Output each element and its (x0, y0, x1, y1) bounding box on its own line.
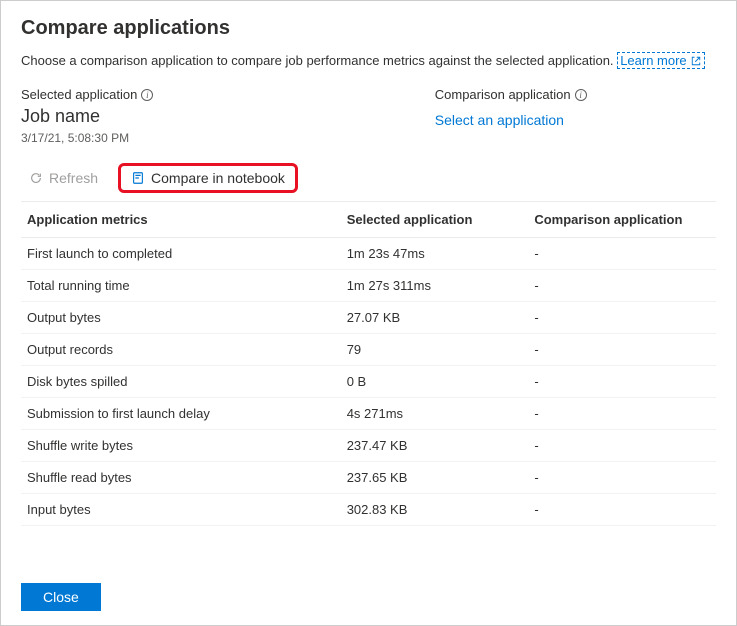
cell-comparison: - (528, 302, 716, 334)
selected-app-heading-label: Selected application (21, 87, 137, 102)
cell-selected: 4s 271ms (341, 398, 529, 430)
table-row: Disk bytes spilled0 B- (21, 366, 716, 398)
cell-selected: 302.83 KB (341, 494, 529, 526)
table-row: Shuffle read bytes237.65 KB- (21, 462, 716, 494)
cell-selected: 79 (341, 334, 529, 366)
table-row: Total running time1m 27s 311ms- (21, 270, 716, 302)
cell-metric: Output records (21, 334, 341, 366)
cell-comparison: - (528, 270, 716, 302)
col-header-comparison: Comparison application (528, 202, 716, 238)
comparison-app-heading: Comparison application i (435, 87, 716, 102)
cell-selected: 0 B (341, 366, 529, 398)
cell-metric: Shuffle read bytes (21, 462, 341, 494)
cell-selected: 237.47 KB (341, 430, 529, 462)
cell-comparison: - (528, 430, 716, 462)
table-row: Submission to first launch delay4s 271ms… (21, 398, 716, 430)
close-button[interactable]: Close (21, 583, 101, 611)
external-link-icon (690, 55, 702, 67)
notebook-icon (131, 171, 145, 185)
cell-metric: Output bytes (21, 302, 341, 334)
cell-comparison: - (528, 366, 716, 398)
cell-comparison: - (528, 494, 716, 526)
job-name: Job name (21, 106, 415, 127)
cell-comparison: - (528, 398, 716, 430)
table-row: Input bytes302.83 KB- (21, 494, 716, 526)
cell-selected: 1m 23s 47ms (341, 238, 529, 270)
table-row: Output bytes27.07 KB- (21, 302, 716, 334)
compare-in-notebook-button[interactable]: Compare in notebook (118, 163, 298, 193)
cell-metric: Shuffle write bytes (21, 430, 341, 462)
selected-app-heading: Selected application i (21, 87, 415, 102)
subtitle-text: Choose a comparison application to compa… (21, 53, 614, 68)
page-subtitle: Choose a comparison application to compa… (21, 52, 716, 69)
cell-comparison: - (528, 238, 716, 270)
cell-metric: Submission to first launch delay (21, 398, 341, 430)
col-header-selected: Selected application (341, 202, 529, 238)
refresh-button[interactable]: Refresh (21, 166, 106, 190)
comparison-app-heading-label: Comparison application (435, 87, 571, 102)
col-header-metric: Application metrics (21, 202, 341, 238)
compare-in-notebook-label: Compare in notebook (151, 170, 285, 186)
table-row: Output records79- (21, 334, 716, 366)
table-row: Shuffle write bytes237.47 KB- (21, 430, 716, 462)
toolbar: Refresh Compare in notebook (21, 163, 716, 202)
cell-metric: Input bytes (21, 494, 341, 526)
info-icon[interactable]: i (575, 89, 587, 101)
cell-metric: First launch to completed (21, 238, 341, 270)
page-title: Compare applications (21, 17, 716, 40)
cell-selected: 1m 27s 311ms (341, 270, 529, 302)
cell-metric: Total running time (21, 270, 341, 302)
cell-selected: 27.07 KB (341, 302, 529, 334)
refresh-icon (29, 171, 43, 185)
info-icon[interactable]: i (141, 89, 153, 101)
metrics-table: Application metrics Selected application… (21, 202, 716, 526)
cell-selected: 237.65 KB (341, 462, 529, 494)
refresh-label: Refresh (49, 170, 98, 186)
job-timestamp: 3/17/21, 5:08:30 PM (21, 131, 415, 145)
cell-comparison: - (528, 334, 716, 366)
footer: Close (21, 583, 101, 611)
cell-comparison: - (528, 462, 716, 494)
learn-more-link[interactable]: Learn more (617, 52, 704, 69)
select-application-link[interactable]: Select an application (435, 112, 564, 128)
learn-more-label: Learn more (620, 53, 686, 68)
table-row: First launch to completed1m 23s 47ms- (21, 238, 716, 270)
cell-metric: Disk bytes spilled (21, 366, 341, 398)
